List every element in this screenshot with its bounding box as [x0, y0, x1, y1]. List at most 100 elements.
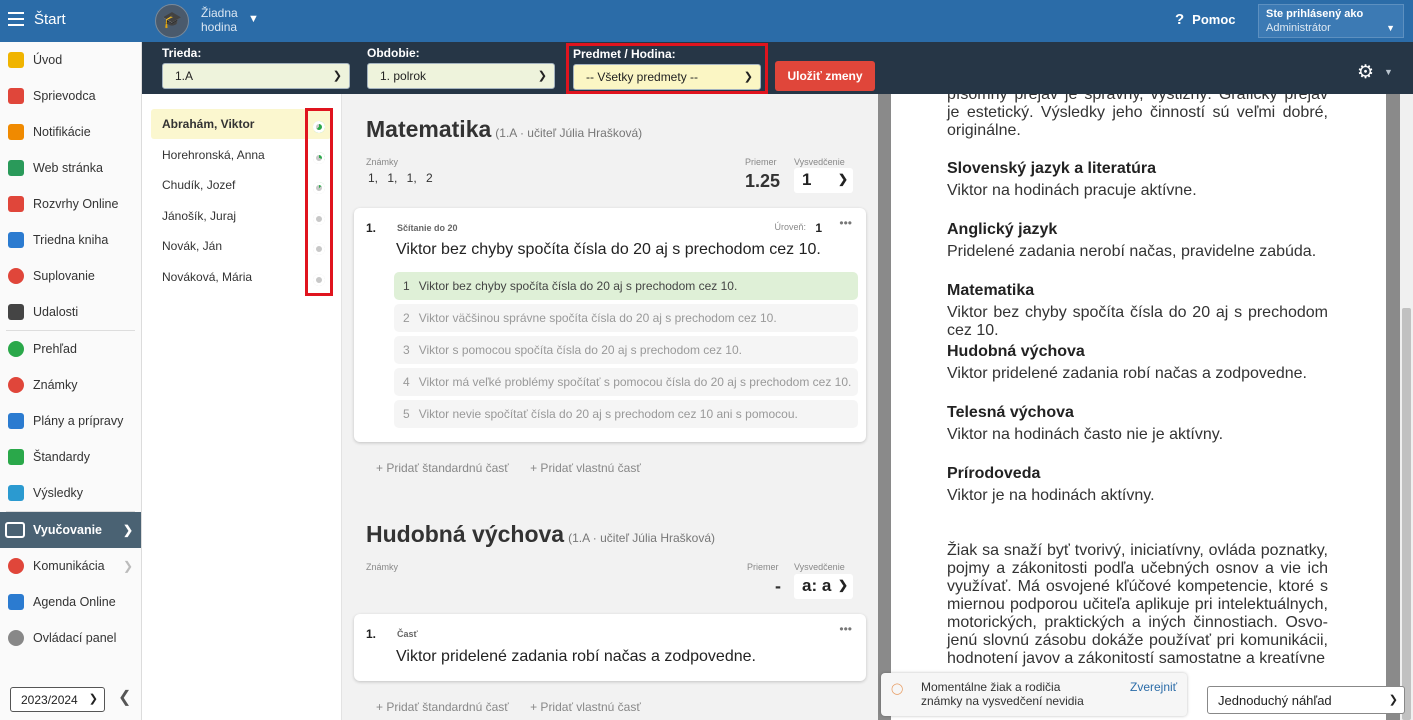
pen-icon [8, 594, 24, 610]
preview-heading: Slovenský jazyk a literatúra [947, 160, 1156, 177]
student-item[interactable]: Nováková, Mária [151, 262, 331, 292]
student-item[interactable]: Abrahám, Viktor [151, 109, 331, 139]
card-number: 1. [366, 627, 377, 641]
sidebar-item-1[interactable]: Úvod [0, 42, 141, 78]
preview-text: Viktor je na hodinách aktívny. [947, 487, 1155, 504]
gear-icon [8, 630, 24, 646]
add-standard-part-link[interactable]: + Pridať štandardnú časť [376, 461, 509, 475]
sidebar-item-14[interactable]: Vyučovanie ❯ [0, 512, 141, 548]
report-grade-value: 1 [802, 170, 812, 189]
sidebar-item-5[interactable]: Rozvrhy Online [0, 186, 141, 222]
view-mode-select[interactable]: Jednoduchý náhľad ❯ [1207, 686, 1405, 714]
chevron-down-icon[interactable]: ▼ [248, 13, 259, 25]
sidebar-item-2[interactable]: Sprievodca [0, 78, 141, 114]
student-item[interactable]: Chudík, Jozef [151, 170, 331, 200]
publish-link[interactable]: Zverejniť [1130, 680, 1177, 694]
sidebar-item-13[interactable]: Výsledky [0, 475, 141, 511]
card-title: Sčítanie do 20 [397, 223, 458, 233]
sidebar-item-12[interactable]: Štandardy [0, 439, 141, 475]
add-own-part-link[interactable]: + Pridať vlastnú časť [530, 700, 641, 714]
scrollbar[interactable] [1400, 94, 1413, 720]
period-select[interactable]: 1. polrok ❯ [367, 63, 555, 89]
progress-ring-icon [313, 182, 325, 194]
calendar-grid-icon [8, 196, 24, 212]
sidebar-item-6[interactable]: Triedna kniha [0, 222, 141, 258]
sidebar-item-9[interactable]: Prehľad [0, 331, 141, 367]
add-own-part-link[interactable]: + Pridať vlastnú časť [530, 461, 641, 475]
option-number: 2 [403, 311, 410, 325]
app-title[interactable]: Štart [34, 11, 66, 28]
graduation-cap-icon[interactable]: 🎓 [155, 4, 189, 38]
sidebar-item-7[interactable]: Suplovanie [0, 258, 141, 294]
add-actions: + Pridať štandardnú časť + Pridať vlastn… [376, 700, 659, 714]
sidebar-item-label: Udalosti [33, 305, 79, 319]
subject-subtitle: (1.A · učiteľ Júlia Hrašková) [568, 531, 715, 545]
preview-heading: Hudobná výchova [947, 343, 1085, 360]
add-actions: + Pridať štandardnú časť + Pridať vlastn… [376, 461, 659, 475]
sidebar-item-label: Web stránka [33, 161, 103, 175]
chevron-down-icon[interactable]: ▼ [1384, 67, 1393, 77]
level-option[interactable]: 2 Viktor väčšinou správne spočíta čísla d… [394, 304, 858, 332]
report-page: písomný prejav je správny, výstižný. Gra… [891, 94, 1386, 720]
person-icon [8, 268, 24, 284]
save-button[interactable]: Uložiť zmeny [775, 61, 875, 91]
chevron-right-icon: ❯ [122, 523, 133, 537]
preview-heading: Prírodoveda [947, 465, 1041, 482]
gear-icon[interactable]: ⚙ [1357, 61, 1374, 84]
add-standard-part-link[interactable]: + Pridať štandardnú časť [376, 700, 509, 714]
sidebar-item-11[interactable]: Plány a prípravy [0, 403, 141, 439]
sidebar-item-8[interactable]: Udalosti [0, 294, 141, 330]
question-icon: ? [1175, 11, 1185, 28]
level-option[interactable]: 3 Viktor s pomocou spočíta čísla do 20 aj… [394, 336, 858, 364]
menu-icon[interactable] [8, 12, 24, 26]
help-button[interactable]: ? Pomoc [1175, 11, 1236, 28]
help-label: Pomoc [1192, 12, 1236, 27]
level-option[interactable]: 1 Viktor bez chyby spočíta čísla do 20 aj… [394, 272, 858, 300]
progress-ring-icon [313, 212, 325, 225]
visibility-notice: ◯ Momentálne žiak a rodičia známky na vy… [881, 673, 1187, 716]
sidebar-item-10[interactable]: Známky [0, 367, 141, 403]
lesson-selector[interactable]: Žiadna hodina [201, 6, 243, 34]
chevron-down-icon: ❯ [88, 693, 98, 705]
card-title: Časť [397, 629, 418, 639]
sidebar-item-label: Úvod [33, 53, 63, 67]
level-option[interactable]: 5 Viktor nevie spočítať čísla do 20 aj s … [394, 400, 858, 428]
level-option[interactable]: 4 Viktor má veľké problémy spočítať s pom… [394, 368, 858, 396]
student-item[interactable]: Jánošík, Juraj [151, 201, 331, 231]
sidebar-item-17[interactable]: Ovládací panel [0, 620, 141, 656]
sidebar-item-3[interactable]: Notifikácie [0, 114, 141, 150]
wand-icon [8, 88, 24, 104]
subject-select[interactable]: -- Všetky predmety -- ❯ [573, 64, 761, 90]
student-item[interactable]: Novák, Ján [151, 231, 331, 261]
open-book-icon [5, 522, 25, 538]
chart-circle-icon [8, 377, 24, 393]
student-item[interactable]: Horehronská, Anna [151, 140, 331, 170]
card-description: Viktor bez chyby spočíta čísla do 20 aj … [396, 241, 821, 258]
user-caption: Ste prihlásený ako [1266, 8, 1364, 20]
chevron-down-icon: ❯ [743, 71, 753, 83]
level-label: Úroveň: [774, 222, 806, 232]
class-select[interactable]: 1.A ❯ [162, 63, 350, 89]
report-grade-select[interactable]: a: a ❯ [794, 574, 853, 599]
sidebar-item-15[interactable]: Komunikácia ❯ [0, 548, 141, 584]
average-value: 1.25 [745, 171, 781, 191]
scrollbar-thumb[interactable] [1402, 308, 1411, 720]
sidebar-item-16[interactable]: Agenda Online [0, 584, 141, 620]
subject-title: Hudobná výchova (1.A · učiteľ Júlia Hrašk… [366, 521, 715, 547]
progress-ring-icon [313, 243, 325, 255]
collapse-sidebar-icon[interactable]: ❮ [118, 687, 131, 707]
more-icon[interactable]: ••• [839, 216, 852, 230]
more-icon[interactable]: ••• [839, 622, 852, 636]
chat-icon [8, 558, 24, 574]
card-description: Viktor pridelené zadania robí načas a zo… [396, 648, 756, 665]
sidebar-item-label: Štandardy [33, 450, 90, 464]
school-year-select[interactable]: 2023/2024 ❯ [10, 687, 105, 712]
report-grade-select[interactable]: 1 ❯ [794, 168, 853, 193]
chevron-down-icon: ❯ [837, 578, 848, 592]
check-circle-icon [8, 341, 24, 357]
chevron-down-icon: ❯ [332, 70, 342, 82]
house-icon [8, 160, 24, 176]
sidebar-item-label: Notifikácie [33, 125, 91, 139]
user-menu[interactable]: Ste prihlásený ako Administrátor ▼ [1258, 4, 1404, 38]
sidebar-item-4[interactable]: Web stránka [0, 150, 141, 186]
